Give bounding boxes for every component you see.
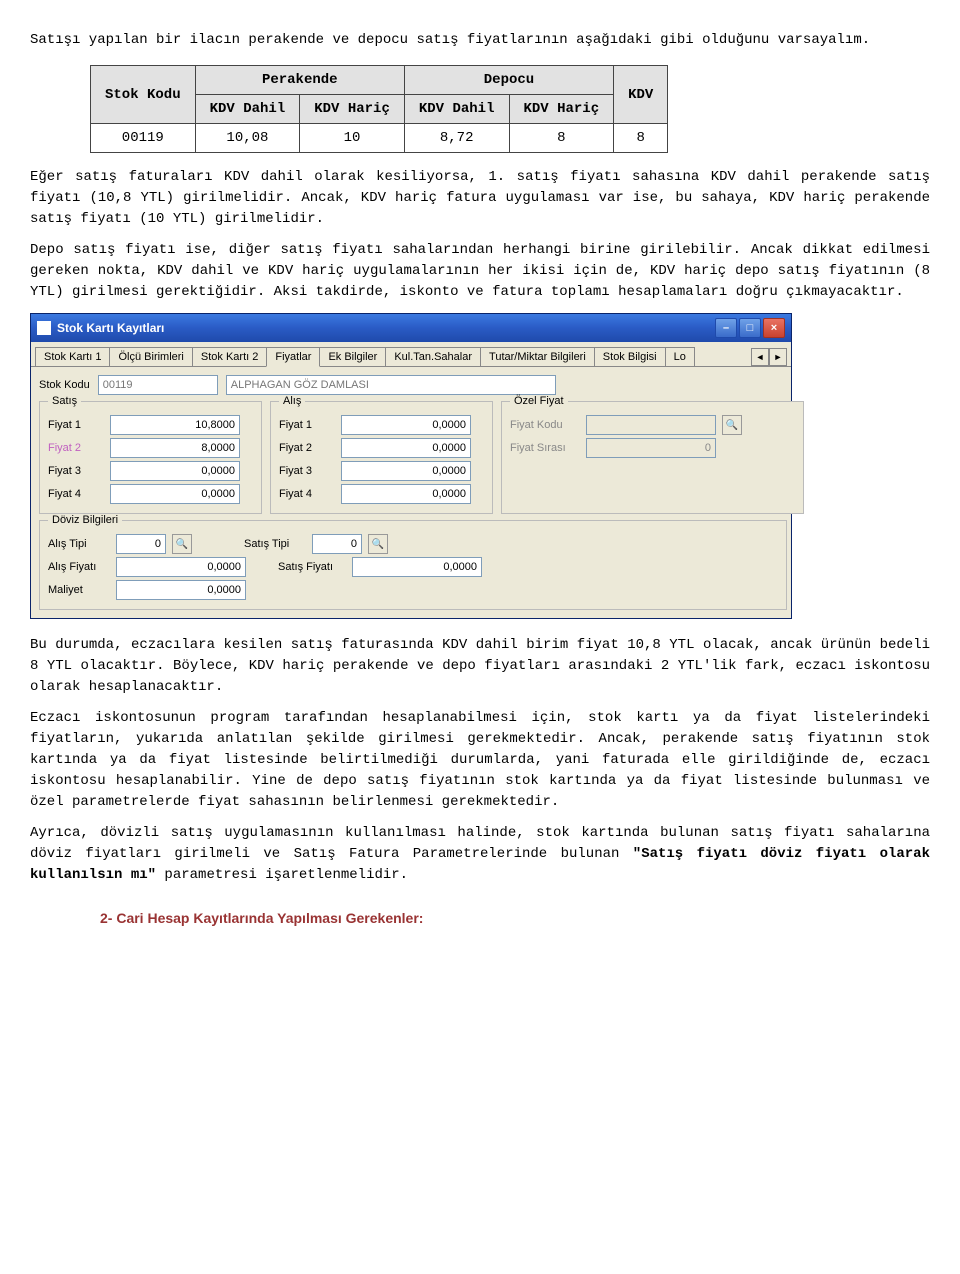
minimize-button[interactable]: – xyxy=(715,318,737,338)
fiyat-kodu-field xyxy=(586,415,716,435)
alis-fiyat-3-field[interactable]: 0,0000 xyxy=(341,461,471,481)
cell-pd: 10,08 xyxy=(195,124,300,153)
cell-kdv: 8 xyxy=(614,124,668,153)
satis-group: Satış Fiyat 110,8000 Fiyat 28,0000 Fiyat… xyxy=(39,401,262,514)
intro-paragraph: Satışı yapılan bir ilacın perakende ve d… xyxy=(30,30,930,51)
satis-fiyat-3-field[interactable]: 0,0000 xyxy=(110,461,240,481)
table-row: 00119 10,08 10 8,72 8 8 xyxy=(91,124,668,153)
p6-part-c: parametresi işaretlenmelidir. xyxy=(156,867,408,883)
doviz-group: Döviz Bilgileri Alış Tipi 0 🔍 Satış Tipi… xyxy=(39,520,787,610)
tab-bar: Stok Kartı 1 Ölçü Birimleri Stok Kartı 2… xyxy=(31,342,791,367)
fiyat-sirasi-label: Fiyat Sırası xyxy=(510,442,580,454)
lookup-icon[interactable]: 🔍 xyxy=(722,415,742,435)
section-2-heading: 2- Cari Hesap Kayıtlarında Yapılması Ger… xyxy=(100,910,930,926)
ozel-legend: Özel Fiyat xyxy=(510,395,568,407)
price-table: Stok Kodu Perakende Depocu KDV KDV Dahil… xyxy=(90,65,668,153)
satis-f3-label: Fiyat 3 xyxy=(48,465,104,477)
alis-fiyati-field[interactable]: 0,0000 xyxy=(116,557,246,577)
th-p-kdv-dahil: KDV Dahil xyxy=(195,95,300,124)
paragraph-3: Depo satış fiyatı ise, diğer satış fiyat… xyxy=(30,240,930,303)
maliyet-label: Maliyet xyxy=(48,584,110,596)
cell-ph: 10 xyxy=(300,124,405,153)
th-perakende: Perakende xyxy=(195,66,404,95)
th-depocu: Depocu xyxy=(404,66,613,95)
alis-tipi-label: Alış Tipi xyxy=(48,538,110,550)
alis-tipi-field[interactable]: 0 xyxy=(116,534,166,554)
satis-fiyat-2-field[interactable]: 8,0000 xyxy=(110,438,240,458)
maliyet-field[interactable]: 0,0000 xyxy=(116,580,246,600)
alis-fiyati-label: Alış Fiyatı xyxy=(48,561,110,573)
tab-stok-karti-1[interactable]: Stok Kartı 1 xyxy=(35,347,110,366)
stok-karti-window: Stok Kartı Kayıtları – □ × Stok Kartı 1 … xyxy=(30,313,792,619)
th-d-kdv-haric: KDV Hariç xyxy=(509,95,614,124)
satis-legend: Satış xyxy=(48,395,81,407)
satis-tipi-lookup-icon[interactable]: 🔍 xyxy=(368,534,388,554)
titlebar[interactable]: Stok Kartı Kayıtları – □ × xyxy=(31,314,791,342)
cell-dd: 8,72 xyxy=(404,124,509,153)
ozel-fiyat-group: Özel Fiyat Fiyat Kodu 🔍 Fiyat Sırası 0 xyxy=(501,401,804,514)
satis-f1-label: Fiyat 1 xyxy=(48,419,104,431)
paragraph-4: Bu durumda, eczacılara kesilen satış fat… xyxy=(30,635,930,698)
stok-kodu-label: Stok Kodu xyxy=(39,379,90,391)
tab-stok-karti-2[interactable]: Stok Kartı 2 xyxy=(192,347,267,366)
th-d-kdv-dahil: KDV Dahil xyxy=(404,95,509,124)
alis-tipi-lookup-icon[interactable]: 🔍 xyxy=(172,534,192,554)
window-icon xyxy=(37,321,51,335)
close-button[interactable]: × xyxy=(763,318,785,338)
paragraph-6: Ayrıca, dövizli satış uygulamasının kull… xyxy=(30,823,930,886)
stok-kodu-field[interactable]: 00119 xyxy=(98,375,218,395)
th-kdv: KDV xyxy=(614,66,668,124)
satis-tipi-field[interactable]: 0 xyxy=(312,534,362,554)
satis-fiyati-field[interactable]: 0,0000 xyxy=(352,557,482,577)
paragraph-2: Eğer satış faturaları KDV dahil olarak k… xyxy=(30,167,930,230)
satis-fiyat-1-field[interactable]: 10,8000 xyxy=(110,415,240,435)
alis-f4-label: Fiyat 4 xyxy=(279,488,335,500)
alis-fiyat-4-field[interactable]: 0,0000 xyxy=(341,484,471,504)
tab-ek-bilgiler[interactable]: Ek Bilgiler xyxy=(319,347,386,366)
alis-fiyat-2-field[interactable]: 0,0000 xyxy=(341,438,471,458)
tab-stok-bilgisi[interactable]: Stok Bilgisi xyxy=(594,347,666,366)
paragraph-5: Eczacı iskontosunun program tarafından h… xyxy=(30,708,930,813)
tab-tutar-miktar[interactable]: Tutar/Miktar Bilgileri xyxy=(480,347,595,366)
satis-f4-label: Fiyat 4 xyxy=(48,488,104,500)
stok-name-field[interactable]: ALPHAGAN GÖZ DAMLASI xyxy=(226,375,556,395)
satis-f2-label: Fiyat 2 xyxy=(48,442,104,454)
maximize-button[interactable]: □ xyxy=(739,318,761,338)
tab-fiyatlar[interactable]: Fiyatlar xyxy=(266,347,320,367)
window-title: Stok Kartı Kayıtları xyxy=(57,321,164,335)
cell-dh: 8 xyxy=(509,124,614,153)
fiyat-sirasi-field: 0 xyxy=(586,438,716,458)
alis-f1-label: Fiyat 1 xyxy=(279,419,335,431)
tab-scroll-right[interactable]: ► xyxy=(769,348,787,366)
alis-f3-label: Fiyat 3 xyxy=(279,465,335,477)
tab-kul-tan-sahalar[interactable]: Kul.Tan.Sahalar xyxy=(385,347,481,366)
cell-code: 00119 xyxy=(91,124,196,153)
th-p-kdv-haric: KDV Hariç xyxy=(300,95,405,124)
satis-fiyat-4-field[interactable]: 0,0000 xyxy=(110,484,240,504)
tab-lo-truncated[interactable]: Lo xyxy=(665,347,695,366)
alis-legend: Alış xyxy=(279,395,305,407)
satis-fiyati-label: Satış Fiyatı xyxy=(278,561,346,573)
th-stok-kodu: Stok Kodu xyxy=(91,66,196,124)
satis-tipi-label: Satış Tipi xyxy=(244,538,306,550)
alis-group: Alış Fiyat 10,0000 Fiyat 20,0000 Fiyat 3… xyxy=(270,401,493,514)
alis-fiyat-1-field[interactable]: 0,0000 xyxy=(341,415,471,435)
tab-scroll-left[interactable]: ◄ xyxy=(751,348,769,366)
alis-f2-label: Fiyat 2 xyxy=(279,442,335,454)
fiyat-kodu-label: Fiyat Kodu xyxy=(510,419,580,431)
tab-olcu-birimleri[interactable]: Ölçü Birimleri xyxy=(109,347,192,366)
doviz-legend: Döviz Bilgileri xyxy=(48,514,122,526)
